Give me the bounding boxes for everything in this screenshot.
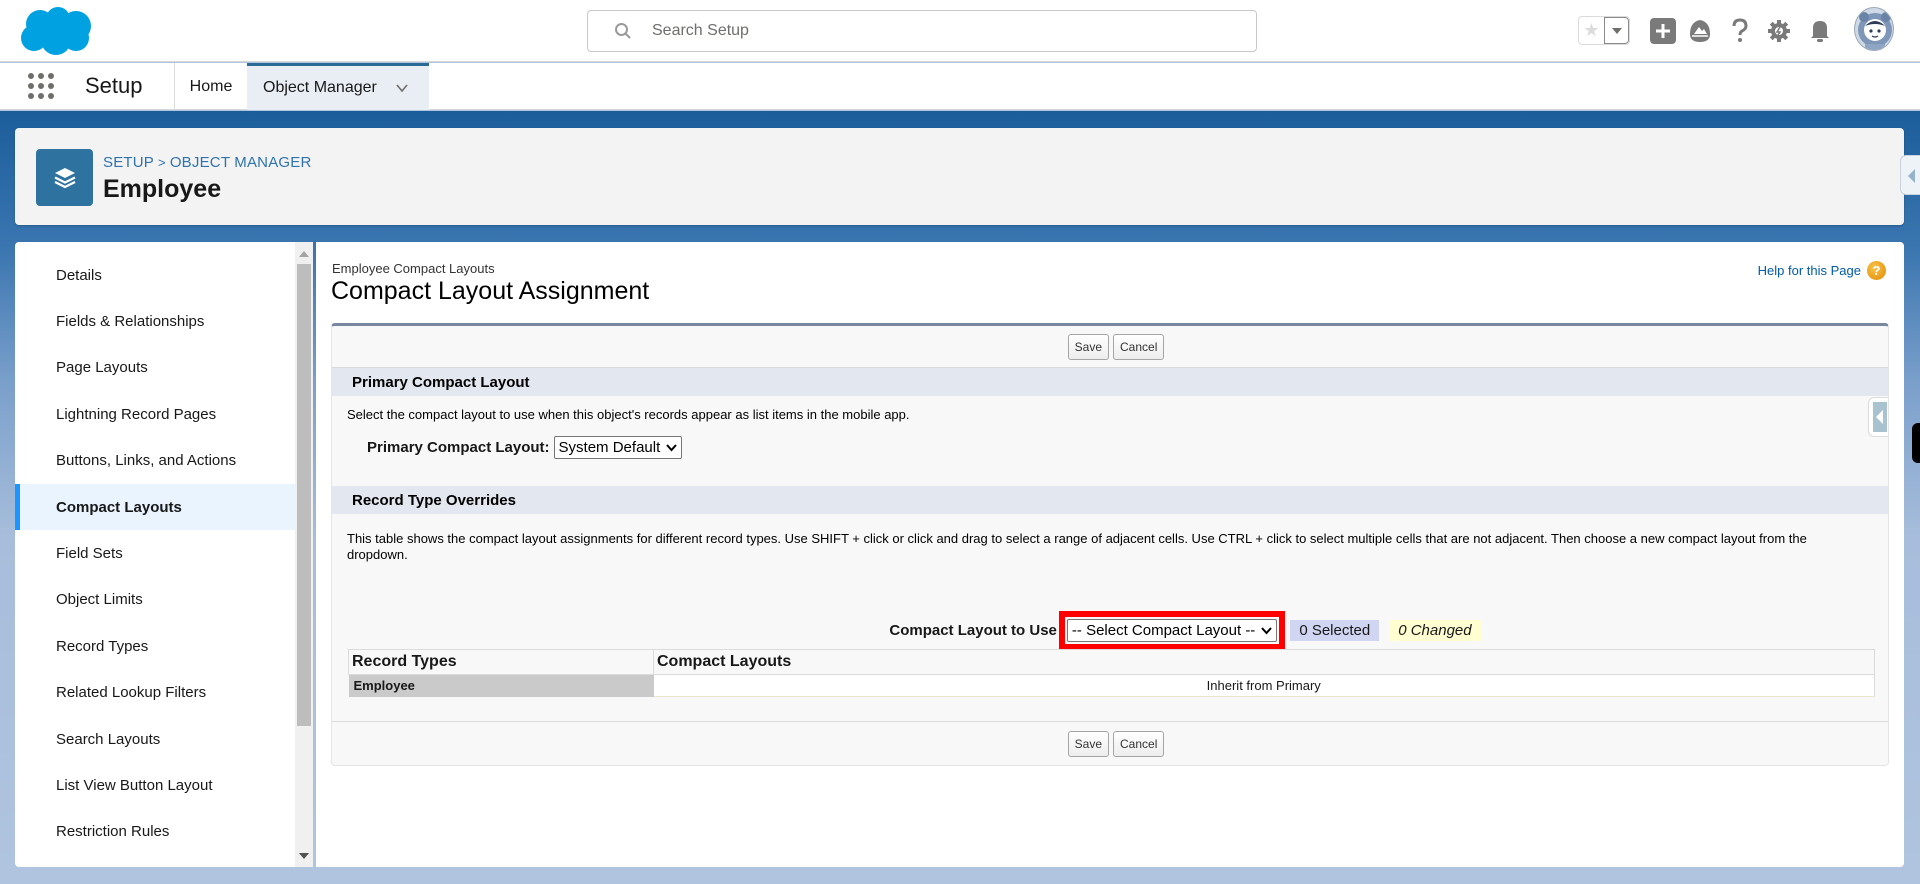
main-content: Employee Compact Layouts Compact Layout … [316, 242, 1904, 867]
help-icon [1732, 18, 1748, 42]
collapse-panel-tab[interactable] [1900, 155, 1920, 195]
help-question-icon: ? [1867, 261, 1886, 280]
favorites-star-icon[interactable]: ★ [1579, 17, 1604, 44]
search-setup-box[interactable] [587, 10, 1257, 52]
help-for-this-page-link[interactable]: Help for this Page ? [1758, 261, 1886, 280]
record-type-cell: Employee [348, 674, 654, 697]
global-header: ★ [0, 0, 1920, 62]
app-launcher-icon[interactable] [28, 73, 54, 99]
changed-count-badge: 0 Changed [1389, 620, 1481, 641]
scrollbar-thumb[interactable] [297, 264, 311, 726]
record-type-overrides-heading: Record Type Overrides [332, 486, 1888, 514]
record-type-table: Record Types Compact Layouts Employee In… [348, 649, 1875, 697]
setup-nav-bar: Setup Home Object Manager [0, 63, 1920, 110]
sidebar-item-page-layouts[interactable]: Page Layouts [15, 345, 295, 391]
cancel-button-bottom[interactable]: Cancel [1113, 730, 1165, 757]
notifications-button[interactable] [1806, 17, 1834, 45]
compact-layout-cell[interactable]: Inherit from Primary [653, 674, 1875, 697]
primary-compact-layout-select[interactable]: System Default [553, 436, 683, 459]
compact-layout-to-use-row: Compact Layout to Use -- Select Compact … [332, 611, 1888, 650]
overrides-description: This table shows the compact layout assi… [347, 531, 1807, 562]
breadcrumb-separator: > [158, 155, 166, 170]
sidebar-item-related-lookup-filters[interactable]: Related Lookup Filters [15, 670, 295, 716]
save-button-bottom[interactable]: Save [1067, 730, 1109, 757]
sidebar-list: Details Fields & Relationships Page Layo… [15, 252, 295, 855]
breadcrumb: SETUP > OBJECT MANAGER [103, 154, 312, 171]
object-title: Employee [103, 175, 222, 203]
help-button[interactable] [1726, 17, 1754, 45]
breadcrumb-object-manager[interactable]: OBJECT MANAGER [170, 154, 312, 171]
column-header-record-types: Record Types [348, 649, 654, 675]
search-icon [615, 23, 631, 39]
help-link-label: Help for this Page [1757, 263, 1861, 278]
salesforce-logo-icon[interactable] [18, 6, 94, 56]
app-name: Setup [85, 73, 143, 98]
top-button-row: Save Cancel [332, 326, 1888, 368]
bell-icon [1811, 21, 1829, 42]
favorites-control: ★ [1578, 16, 1630, 45]
table-row: Employee Inherit from Primary [348, 674, 1875, 697]
gear-icon [1768, 20, 1790, 42]
chevron-down-icon [666, 443, 678, 451]
object-sidebar: Details Fields & Relationships Page Layo… [15, 242, 313, 867]
primary-description: Select the compact layout to use when th… [347, 407, 910, 422]
sidebar-item-list-view-button-layout[interactable]: List View Button Layout [15, 762, 295, 808]
tab-object-manager-label: Object Manager [263, 79, 377, 96]
edge-handle[interactable] [1912, 423, 1920, 463]
compact-layout-to-use-label: Compact Layout to Use [889, 622, 1057, 639]
table-header-row: Record Types Compact Layouts [348, 649, 1875, 675]
chevron-down-icon [1261, 626, 1273, 634]
sidebar-item-object-limits[interactable]: Object Limits [15, 577, 295, 623]
primary-compact-layout-label: Primary Compact Layout: [367, 439, 550, 456]
collapse-side-panel-tab[interactable] [1868, 397, 1888, 437]
search-input[interactable] [652, 22, 1256, 40]
user-avatar[interactable] [1854, 7, 1894, 51]
trailhead-button[interactable] [1686, 17, 1714, 45]
sidebar-item-restriction-rules[interactable]: Restriction Rules [15, 809, 295, 855]
sidebar-item-search-layouts[interactable]: Search Layouts [15, 716, 295, 762]
save-button[interactable]: Save [1067, 333, 1109, 360]
tab-home[interactable]: Home [175, 63, 247, 110]
add-icon [1650, 18, 1676, 44]
sidebar-scrollbar[interactable] [295, 242, 313, 867]
sidebar-item-lightning-record-pages[interactable]: Lightning Record Pages [15, 391, 295, 437]
column-header-compact-layouts: Compact Layouts [653, 649, 1875, 675]
page-subtitle: Employee Compact Layouts [332, 261, 495, 276]
bottom-button-row: Save Cancel [332, 721, 1888, 765]
favorites-dropdown-button[interactable] [1604, 17, 1629, 44]
tab-home-label: Home [189, 77, 233, 95]
scroll-up-arrow-icon[interactable] [299, 251, 309, 257]
primary-compact-layout-value: System Default [558, 439, 661, 456]
caret-down-icon [1611, 27, 1622, 34]
trailhead-icon [1690, 20, 1710, 42]
global-actions-add-button[interactable] [1649, 17, 1677, 45]
primary-compact-layout-heading: Primary Compact Layout [332, 368, 1888, 396]
sidebar-item-details[interactable]: Details [15, 252, 295, 298]
chevron-left-icon [1876, 410, 1883, 424]
compact-layout-to-use-value: -- Select Compact Layout -- [1071, 622, 1256, 639]
sidebar-item-compact-layouts[interactable]: Compact Layouts [15, 483, 295, 531]
selected-count-badge: 0 Selected [1290, 620, 1380, 641]
sidebar-item-fields-relationships[interactable]: Fields & Relationships [15, 298, 295, 344]
layers-icon [36, 149, 93, 206]
compact-layout-to-use-select[interactable]: -- Select Compact Layout -- [1066, 619, 1278, 642]
breadcrumb-setup[interactable]: SETUP [103, 154, 154, 171]
object-header: SETUP > OBJECT MANAGER Employee [15, 128, 1904, 225]
primary-compact-layout-field: Primary Compact Layout: System Default [332, 436, 1888, 459]
highlighted-select-box: -- Select Compact Layout -- [1058, 611, 1286, 650]
page-title: Compact Layout Assignment [331, 277, 650, 305]
astro-avatar-icon [1858, 12, 1892, 50]
scroll-down-arrow-icon[interactable] [299, 853, 309, 859]
assignment-panel: Save Cancel Primary Compact Layout Selec… [331, 323, 1889, 766]
cancel-button[interactable]: Cancel [1113, 333, 1165, 360]
sidebar-item-field-sets[interactable]: Field Sets [15, 530, 295, 576]
chevron-down-icon[interactable] [395, 81, 409, 95]
tab-object-manager[interactable]: Object Manager [247, 63, 429, 110]
sidebar-item-buttons-links-actions[interactable]: Buttons, Links, and Actions [15, 438, 295, 484]
sidebar-item-record-types[interactable]: Record Types [15, 623, 295, 669]
setup-button[interactable] [1765, 17, 1793, 45]
